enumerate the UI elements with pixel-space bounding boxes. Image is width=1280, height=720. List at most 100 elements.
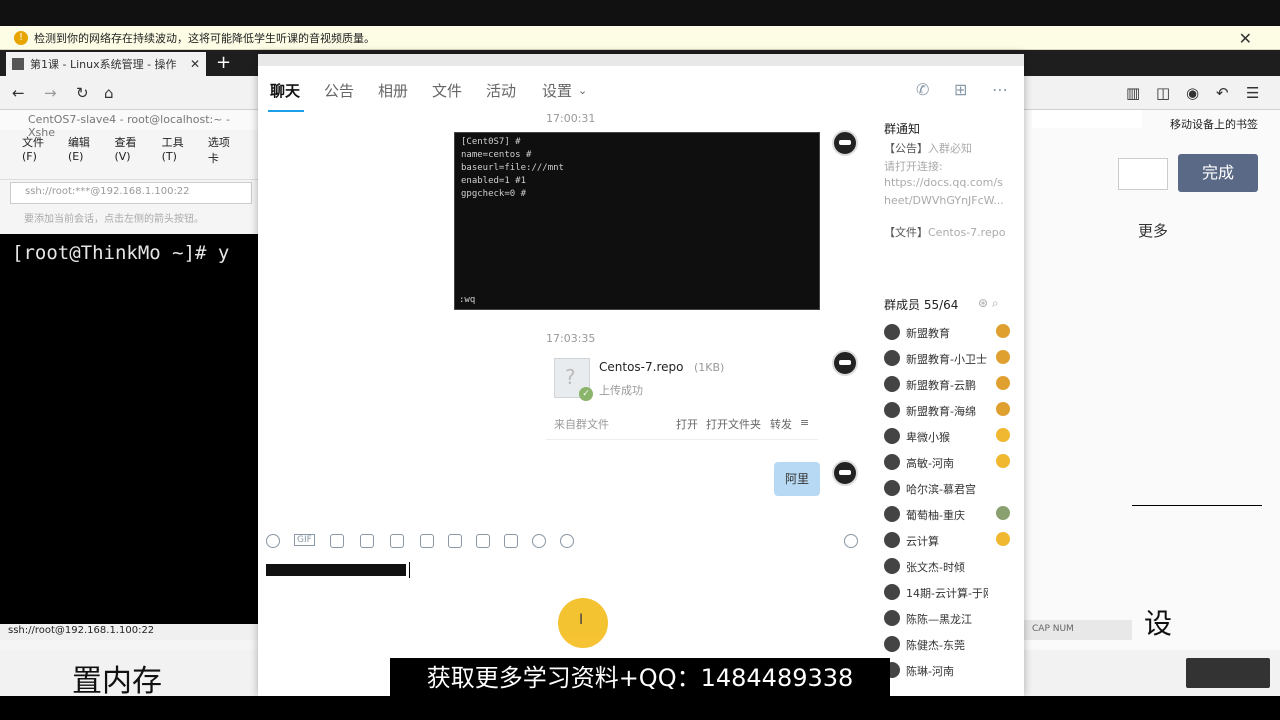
library-icon[interactable]: ▥ (1126, 84, 1140, 102)
menu-tools[interactable]: 工具(T) (162, 134, 198, 163)
more-link[interactable]: 更多 (1138, 220, 1168, 241)
phone-icon[interactable]: ✆ (916, 80, 929, 99)
member-item[interactable]: 新盟教育 (884, 322, 1016, 342)
terminal-prompt: [root@ThinkMo ~]# y (12, 242, 230, 264)
avatar[interactable] (832, 460, 858, 486)
member-item[interactable]: 哈尔滨-慕君宫 (884, 478, 1016, 498)
scissors-icon[interactable] (330, 534, 344, 548)
star-icon (996, 532, 1010, 546)
xshell-address[interactable]: ssh://root:***@192.168.1.100:22 (10, 182, 252, 204)
notice-link[interactable]: heet/DWVhGYnJFcW... (884, 194, 1004, 207)
menu-file[interactable]: 文件(F) (22, 134, 58, 163)
avatar[interactable] (832, 350, 858, 376)
open-folder-link[interactable]: 打开文件夹 (706, 416, 761, 432)
member-item[interactable]: 新盟教育-云鹏 (884, 374, 1016, 394)
tab-settings[interactable]: 设置 (542, 80, 572, 101)
member-item[interactable]: 葡萄柚-重庆 (884, 504, 1016, 524)
message-bubble[interactable]: 阿里 (774, 462, 820, 496)
done-button[interactable]: 完成 (1178, 154, 1258, 192)
tab-activity[interactable]: 活动 (486, 80, 516, 101)
mobile-bookmarks-link[interactable]: 移动设备上的书签 (1170, 116, 1258, 132)
menu-edit[interactable]: 编辑(E) (68, 134, 105, 163)
calendar-icon[interactable] (504, 534, 518, 548)
add-chat-icon[interactable]: ⊞ (954, 80, 967, 99)
browser-tab[interactable]: 第1课 - Linux系统管理 - 操作 ✕ (6, 52, 206, 76)
member-item[interactable]: 新盟教育-海绵 (884, 400, 1016, 420)
tab-chat[interactable]: 聊天 (270, 80, 300, 101)
avatar (884, 454, 900, 470)
new-tab-button[interactable]: + (216, 52, 231, 73)
more-options-icon[interactable] (560, 534, 574, 548)
history-icon[interactable] (844, 534, 858, 548)
forward-icon[interactable]: → (44, 84, 57, 102)
gift-icon[interactable] (476, 534, 490, 548)
member-item[interactable]: 14期-云计算-于刚 (884, 582, 1016, 602)
avatar (884, 480, 900, 496)
menu-view[interactable]: 查看(V) (114, 134, 151, 163)
screenshot-footer: :wq (459, 295, 476, 305)
tab-title: 第1课 - Linux系统管理 - 操作 (30, 58, 177, 71)
screenshot-icon[interactable] (390, 534, 404, 548)
undo-icon[interactable]: ↶ (1216, 84, 1229, 102)
reload-icon[interactable]: ↻ (76, 84, 89, 102)
notice-line[interactable]: 【公告】入群必知 (884, 140, 972, 156)
account-icon[interactable]: ◉ (1186, 84, 1199, 102)
file-message-card[interactable]: ? ✓ Centos-7.repo (1KB) 上传成功 来自群文件 打开 打开… (546, 350, 818, 440)
admin-icon (996, 376, 1010, 390)
text-caret (409, 562, 410, 578)
heart-icon (996, 506, 1010, 520)
folder-icon[interactable] (360, 534, 374, 548)
more-icon[interactable]: ⋯ (992, 80, 1008, 99)
member-item[interactable]: 张文杰-时倾 (884, 556, 1016, 576)
notice-link[interactable]: https://docs.qq.com/s (884, 176, 1003, 189)
bell-icon[interactable] (532, 534, 546, 548)
screenshot-line: enabled=1 #1 (461, 176, 527, 186)
star-icon (996, 428, 1010, 442)
screenshot-line: [Cent0S7] # (461, 137, 521, 147)
timestamp: 17:03:35 (546, 332, 596, 345)
avatar[interactable] (832, 130, 858, 156)
tab-announcement[interactable]: 公告 (324, 80, 354, 101)
emoji-icon[interactable] (266, 534, 280, 548)
sidebar-icon[interactable]: ◫ (1156, 84, 1170, 102)
terminal[interactable]: [root@ThinkMo ~]# y (0, 234, 262, 624)
chevron-down-icon[interactable]: ⌄ (578, 84, 587, 97)
member-item[interactable]: 陈陈—黑龙江 (884, 608, 1016, 628)
network-warning-text: 检测到你的网络存在持续波动，这将可能降低学生听课的音视频质量。 (34, 31, 375, 45)
member-item[interactable]: 新盟教育-小卫士 (884, 348, 1016, 368)
right-browser-pane: 移动设备上的书签 完成 更多 CAP NUM 设 (1022, 110, 1280, 650)
window-controls (1032, 110, 1142, 128)
notice-file[interactable]: 【文件】Centos-7.repo (884, 224, 1005, 240)
menu-icon[interactable]: ☰ (1246, 84, 1259, 102)
back-icon[interactable]: ← (12, 84, 25, 102)
warning-icon: ! (14, 30, 28, 45)
file-name: Centos-7.repo (599, 360, 684, 374)
tray-icons (1186, 658, 1270, 688)
home-icon[interactable]: ⌂ (104, 84, 114, 102)
timestamp: 17:00:31 (546, 112, 596, 125)
member-tools[interactable]: ⊛ ⌕ (978, 296, 999, 311)
folder-select[interactable] (1118, 158, 1168, 190)
tab-close-icon[interactable]: ✕ (190, 57, 200, 71)
xshell-status-caps: CAP NUM (1022, 620, 1132, 640)
close-icon[interactable]: ✕ (1239, 29, 1252, 48)
tab-album[interactable]: 相册 (378, 80, 408, 101)
menu-icon[interactable]: ≡ (800, 416, 809, 429)
image-icon[interactable] (420, 534, 434, 548)
file-source: 来自群文件 (554, 418, 609, 431)
gif-icon[interactable]: GIF (294, 534, 315, 546)
avatar (884, 376, 900, 392)
red-packet-icon[interactable] (448, 534, 462, 548)
forward-link[interactable]: 转发 (770, 416, 792, 432)
member-item[interactable]: 卑微小猴 (884, 426, 1016, 446)
menu-tabs[interactable]: 选项卡 (208, 134, 240, 165)
terminal-screenshot-image[interactable]: [Cent0S7] # name=centos # baseurl=file:/… (454, 132, 820, 310)
member-item[interactable]: 陈健杰-东莞 (884, 634, 1016, 654)
member-item[interactable]: 高敏-河南 (884, 452, 1016, 472)
open-file-link[interactable]: 打开 (676, 416, 698, 432)
member-item[interactable]: 陈琳-河南 (884, 660, 1016, 680)
tab-files[interactable]: 文件 (432, 80, 462, 101)
xshell-window: CentOS7-slave4 - root@localhost:~ - Xshe… (0, 110, 262, 650)
check-icon: ✓ (579, 387, 593, 401)
member-item[interactable]: 云计算 (884, 530, 1016, 550)
